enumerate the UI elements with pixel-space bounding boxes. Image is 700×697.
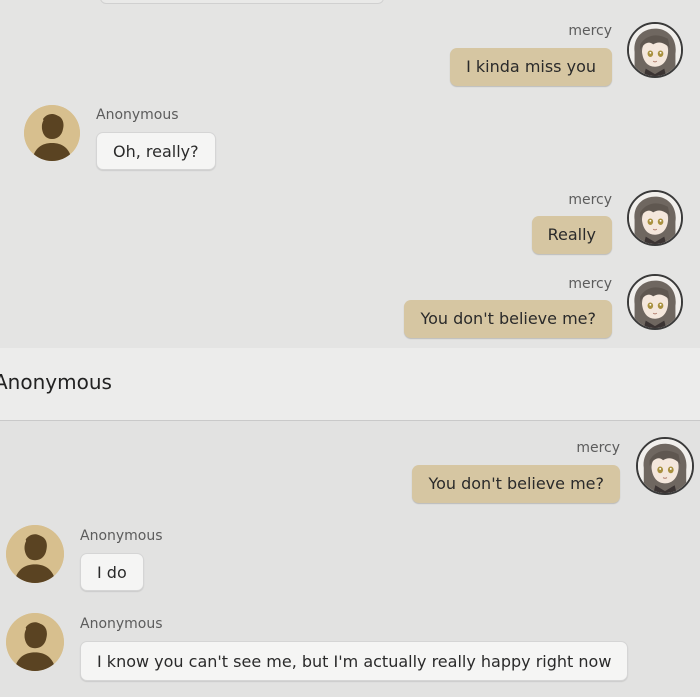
message-bubble-self[interactable]: I kinda miss you xyxy=(450,48,612,86)
sender-name: mercy xyxy=(568,192,612,208)
chat-panel-earlier: mercy I kinda miss you Anonymous Oh, rea… xyxy=(0,0,700,348)
sender-name: mercy xyxy=(568,276,612,292)
sender-name: mercy xyxy=(576,440,620,456)
previous-message-bubble-edge xyxy=(100,0,384,4)
sender-name: Anonymous xyxy=(80,528,163,544)
mercy-avatar-icon[interactable] xyxy=(627,274,683,330)
message-bubble-self[interactable]: You don't believe me? xyxy=(412,465,620,503)
message-bubble-self[interactable]: Really xyxy=(531,216,612,254)
chat-panel-current: mercy You don't believe me? Anonymous I … xyxy=(0,421,700,697)
message-bubble-self[interactable]: You don't believe me? xyxy=(404,300,612,338)
anonymous-avatar-icon[interactable] xyxy=(6,613,64,671)
anonymous-avatar-icon[interactable] xyxy=(6,525,64,583)
mercy-avatar-icon[interactable] xyxy=(636,437,694,495)
message-bubble-other[interactable]: I do xyxy=(80,553,144,591)
mercy-avatar-icon[interactable] xyxy=(627,190,683,246)
sender-name: Anonymous xyxy=(80,616,163,632)
mercy-avatar-icon[interactable] xyxy=(627,22,683,78)
sender-name: Anonymous xyxy=(96,107,179,123)
message-bubble-other[interactable]: Oh, really? xyxy=(96,132,216,170)
anonymous-avatar-icon[interactable] xyxy=(24,105,80,161)
message-bubble-other[interactable]: I know you can't see me, but I'm actuall… xyxy=(80,641,629,681)
sender-name: mercy xyxy=(568,23,612,39)
chat-title: Anonymous xyxy=(0,370,112,394)
